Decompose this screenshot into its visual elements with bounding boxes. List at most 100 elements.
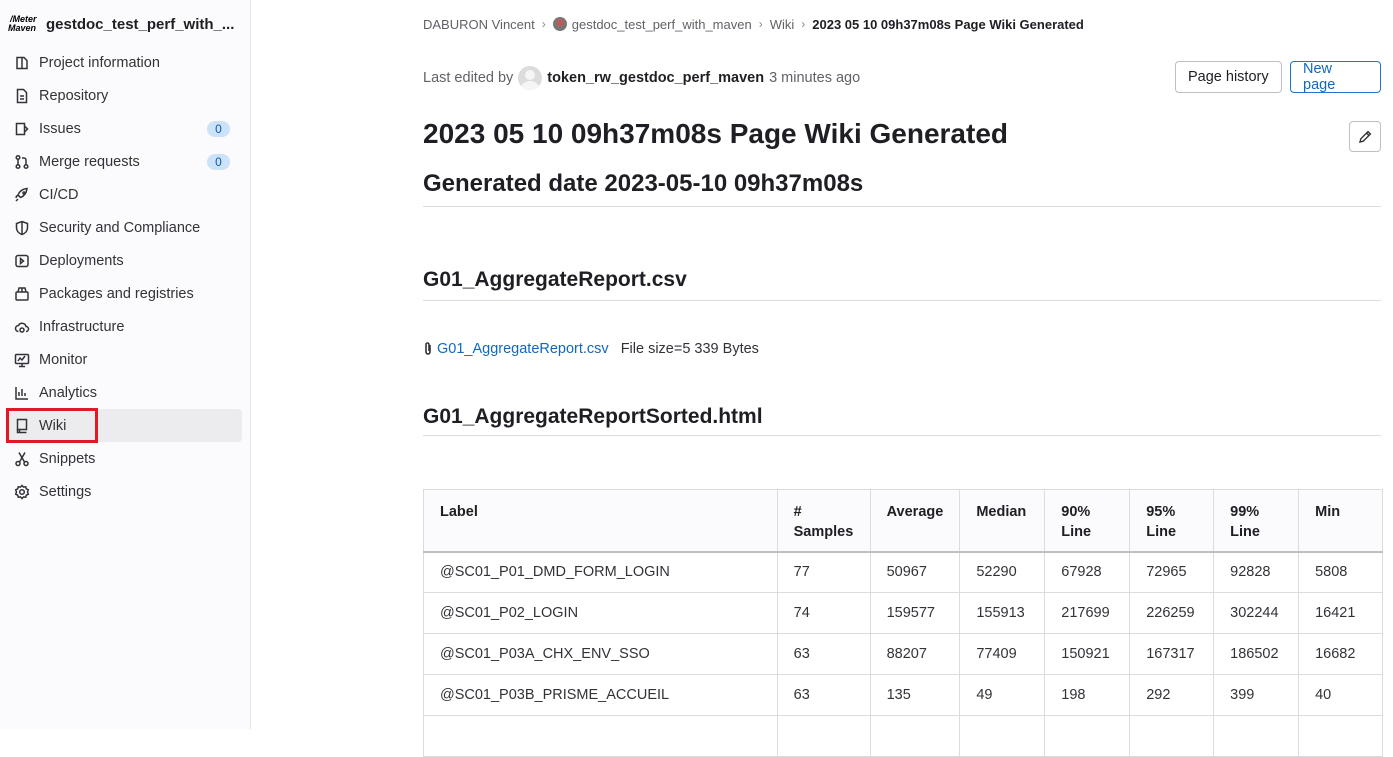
- project-avatar-icon: [552, 17, 567, 31]
- issues-icon: [14, 121, 30, 137]
- settings-icon: [14, 483, 30, 500]
- last-edited-info: Last edited by token_rw_gestdoc_perf_mav…: [423, 66, 860, 90]
- table-cell: 72965: [1129, 551, 1215, 593]
- sidebar-item-merge-requests[interactable]: Merge requests 0: [8, 145, 242, 178]
- paperclip-icon: [425, 342, 431, 355]
- table-cell: 217699: [1044, 592, 1131, 634]
- table-header-row: Label # Samples Average Median 90% Line 95…: [423, 489, 1383, 553]
- table-cell: [1044, 715, 1131, 757]
- sidebar: /Meter Maven gestdoc_test_perf_with_... …: [0, 0, 251, 729]
- edit-page-button[interactable]: [1349, 121, 1381, 152]
- table-cell: 88207: [869, 633, 961, 675]
- project-logo-line2: Maven: [8, 23, 37, 33]
- sidebar-nav: Project information Repository Issues 0 …: [8, 46, 242, 508]
- page-history-button[interactable]: Page history: [1175, 61, 1282, 93]
- table-row: @SC01_P03B_PRISME_ACCUEIL 63 135 49 198 292 39…: [423, 674, 1383, 716]
- table-cell: 135: [869, 674, 961, 716]
- issues-count-badge: 0: [207, 121, 230, 137]
- breadcrumb-current[interactable]: 2023 05 10 09h37m08s Page Wiki Generated: [812, 17, 1084, 32]
- chart-icon: [14, 385, 30, 401]
- aggregate-report-table: Label # Samples Average Median 90% Line 95…: [423, 489, 1383, 757]
- table-cell: [776, 715, 871, 757]
- sidebar-item-snippets[interactable]: Snippets: [8, 442, 242, 475]
- sidebar-item-deployments[interactable]: Deployments: [8, 244, 242, 277]
- sidebar-item-wiki[interactable]: Wiki: [8, 409, 242, 442]
- shield-icon: [14, 220, 30, 236]
- table-cell: 52290: [959, 551, 1046, 593]
- sidebar-item-label: Settings: [39, 483, 92, 500]
- merge-request-icon: [14, 154, 30, 170]
- sidebar-item-label: Project information: [39, 54, 160, 71]
- breadcrumb-item-owner[interactable]: DABURON Vincent: [423, 17, 535, 32]
- table-cell: [1129, 715, 1215, 757]
- table-cell: @SC01_P03B_PRISME_ACCUEIL: [423, 674, 778, 716]
- merge-requests-count-badge: 0: [207, 154, 230, 170]
- book-icon: [14, 418, 30, 434]
- column-header: Average: [869, 489, 961, 553]
- column-header: Label: [423, 489, 778, 553]
- table-cell: 92828: [1213, 551, 1300, 593]
- table-cell: [1213, 715, 1300, 757]
- table-cell: 16421: [1298, 592, 1383, 634]
- table-cell: 67928: [1044, 551, 1131, 593]
- table-cell: @SC01_P02_LOGIN: [423, 592, 778, 634]
- divider: [423, 435, 1381, 436]
- section-heading-csv: G01_AggregateReport.csv: [423, 268, 687, 291]
- deployments-icon: [14, 253, 30, 269]
- project-header[interactable]: /Meter Maven gestdoc_test_perf_with_...: [8, 10, 236, 38]
- column-header: Min: [1298, 489, 1383, 553]
- avatar[interactable]: [518, 66, 543, 90]
- table-cell: 292: [1129, 674, 1215, 716]
- table-cell: 159577: [869, 592, 961, 634]
- breadcrumb: DABURON Vincent › gestdoc_test_perf_with…: [423, 16, 1084, 32]
- table-cell: 155913: [959, 592, 1046, 634]
- sidebar-item-security-and-compliance[interactable]: Security and Compliance: [8, 211, 242, 244]
- sidebar-item-label: Issues: [39, 120, 81, 137]
- table-row: @SC01_P01_DMD_FORM_LOGIN 77 50967 52290 6792…: [423, 551, 1383, 593]
- sidebar-item-analytics[interactable]: Analytics: [8, 376, 242, 409]
- table-cell: 74: [776, 592, 871, 634]
- table-cell: 63: [776, 674, 871, 716]
- new-page-button[interactable]: New page: [1290, 61, 1381, 93]
- table-row: @SC01_P03A_CHX_ENV_SSO 63 88207 77409 150921…: [423, 633, 1383, 675]
- file-attachment: G01_AggregateReport.csv File size=5 339 …: [423, 340, 759, 358]
- generated-date-heading: Generated date 2023-05-10 09h37m08s: [423, 170, 864, 197]
- column-header: 90% Line: [1044, 489, 1131, 553]
- sidebar-item-label: Monitor: [39, 351, 88, 368]
- column-header: Median: [959, 489, 1046, 553]
- chevron-right-icon: ›: [541, 17, 546, 31]
- page-title: 2023 05 10 09h37m08s Page Wiki Generated: [423, 118, 1008, 149]
- sidebar-item-repository[interactable]: Repository: [8, 79, 242, 112]
- sidebar-item-label: Repository: [39, 87, 109, 104]
- table-cell: 302244: [1213, 592, 1300, 634]
- table-cell: 198: [1044, 674, 1131, 716]
- sidebar-item-label: Wiki: [39, 417, 67, 434]
- sidebar-item-issues[interactable]: Issues 0: [8, 112, 242, 145]
- table-row: [423, 715, 1383, 757]
- sidebar-item-monitor[interactable]: Monitor: [8, 343, 242, 376]
- sidebar-item-ci-cd[interactable]: CI/CD: [8, 178, 242, 211]
- divider: [423, 300, 1381, 301]
- sidebar-item-packages-and-registries[interactable]: Packages and registries: [8, 277, 242, 310]
- table-cell: 150921: [1044, 633, 1131, 675]
- table-cell: [959, 715, 1046, 757]
- pencil-icon: [1359, 130, 1372, 143]
- project-name[interactable]: gestdoc_test_perf_with_...: [46, 16, 236, 33]
- table-cell: [869, 715, 961, 757]
- sidebar-item-project-information[interactable]: Project information: [8, 46, 242, 79]
- breadcrumb-item-project[interactable]: gestdoc_test_perf_with_maven: [572, 17, 752, 32]
- table-row: @SC01_P02_LOGIN 74 159577 155913 217699 22625…: [423, 592, 1383, 634]
- section-heading-html: G01_AggregateReportSorted.html: [423, 405, 763, 428]
- last-edited-user[interactable]: token_rw_gestdoc_perf_maven: [547, 70, 764, 86]
- column-header: 99% Line: [1213, 489, 1300, 553]
- sidebar-item-infrastructure[interactable]: Infrastructure: [8, 310, 242, 343]
- sidebar-item-settings[interactable]: Settings: [8, 475, 242, 508]
- file-size: File size=5 339 Bytes: [620, 341, 759, 357]
- chevron-right-icon: ›: [758, 17, 763, 31]
- file-link[interactable]: G01_AggregateReport.csv: [437, 341, 609, 357]
- sidebar-item-label: Snippets: [39, 450, 96, 467]
- table-cell: 167317: [1129, 633, 1215, 675]
- breadcrumb-item-wiki[interactable]: Wiki: [770, 17, 795, 32]
- table-cell: 50967: [869, 551, 961, 593]
- table-cell: 63: [776, 633, 871, 675]
